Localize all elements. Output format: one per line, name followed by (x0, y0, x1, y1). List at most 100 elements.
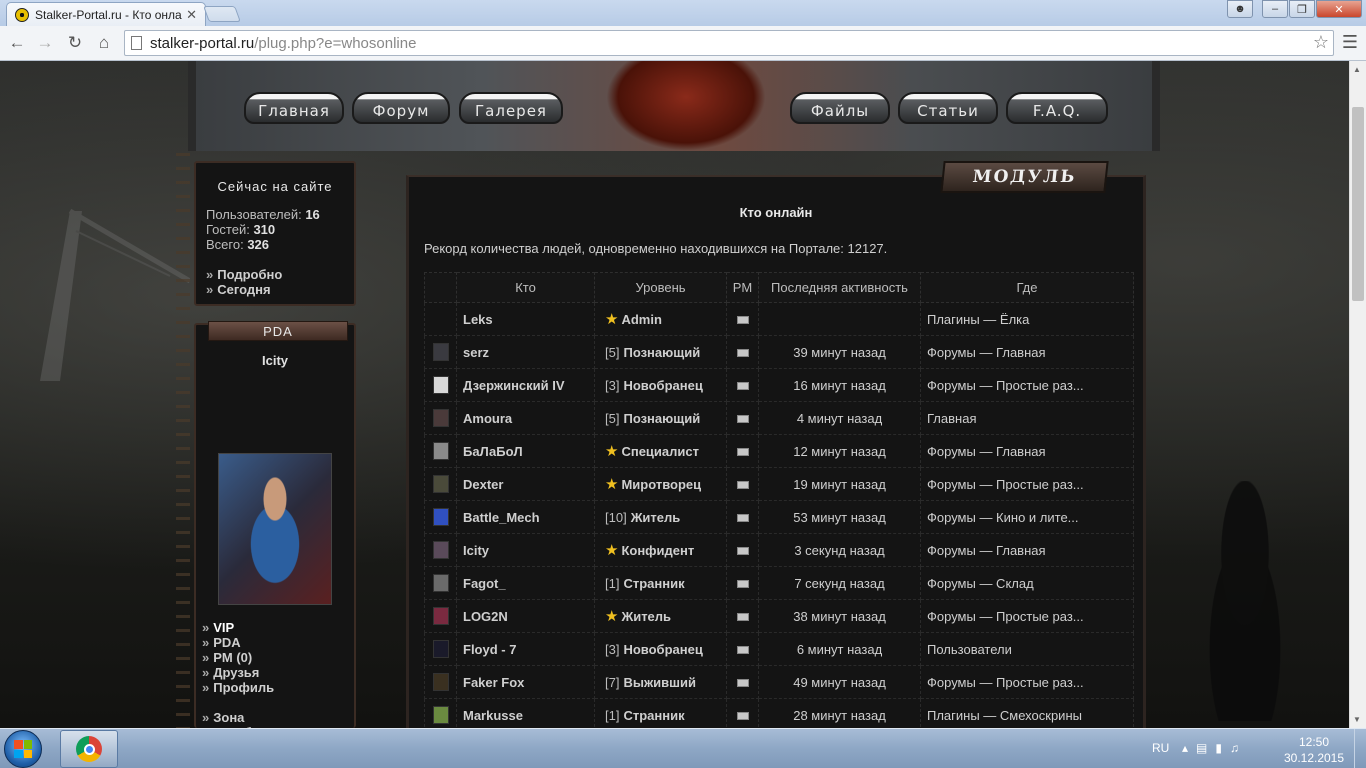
signal-icon[interactable]: ▮ (1215, 741, 1230, 755)
cell-username[interactable]: Floyd - 7 (456, 632, 595, 666)
cell-location[interactable]: Плагины — Ёлка (920, 302, 1134, 336)
cell-location[interactable]: Форумы — Кино и лите... (920, 500, 1134, 534)
envelope-icon[interactable] (736, 646, 749, 655)
scroll-down-icon[interactable]: ▼ (1353, 715, 1361, 724)
pda-link[interactable]: » Профиль (202, 680, 274, 695)
envelope-icon[interactable] (736, 712, 749, 721)
pda-link[interactable]: » VIP (202, 620, 274, 635)
pda-link[interactable]: » PDA (202, 635, 274, 650)
col-where[interactable]: Где (920, 272, 1134, 303)
user-mini-avatar[interactable] (432, 376, 449, 394)
user-mini-avatar[interactable] (432, 541, 449, 559)
user-mini-avatar[interactable] (432, 574, 449, 592)
address-bar[interactable]: stalker-portal.ru/plug.php?e=whosonline … (124, 30, 1334, 56)
user-mini-avatar[interactable] (432, 343, 449, 361)
envelope-icon[interactable] (736, 547, 749, 556)
home-icon[interactable]: ⌂ (91, 31, 117, 55)
pda-link[interactable]: » Друзья (202, 665, 274, 680)
cell-username[interactable]: serz (456, 335, 595, 369)
cell-username[interactable]: Icity (456, 533, 595, 567)
envelope-icon[interactable] (736, 679, 749, 688)
user-mini-avatar[interactable] (432, 508, 449, 526)
cell-username[interactable]: Faker Fox (456, 665, 595, 699)
browser-tab[interactable]: Stalker-Portal.ru - Кто онлайн ✕ (6, 2, 206, 26)
nav-gallery[interactable]: Галерея (459, 92, 563, 124)
language-indicator[interactable]: RU (1152, 741, 1169, 755)
scroll-thumb[interactable] (1352, 107, 1364, 301)
cell-username[interactable]: Leks (456, 302, 595, 336)
taskbar-chrome-button[interactable] (60, 730, 118, 768)
col-who[interactable]: Кто (456, 272, 595, 303)
envelope-icon[interactable] (736, 514, 749, 523)
user-avatar[interactable] (218, 453, 332, 605)
nav-articles[interactable]: Статьи (898, 92, 998, 124)
cell-level: ★ Специалист (594, 434, 727, 468)
cell-location[interactable]: Главная (920, 401, 1134, 435)
envelope-icon[interactable] (736, 316, 749, 325)
cell-pm (726, 467, 759, 501)
envelope-icon[interactable] (736, 580, 749, 589)
nav-faq[interactable]: F.A.Q. (1006, 92, 1108, 124)
user-profile-icon[interactable]: ☻ (1227, 0, 1253, 18)
envelope-icon[interactable] (736, 415, 749, 424)
forward-arrow-icon[interactable]: → (32, 31, 58, 55)
scroll-up-icon[interactable]: ▲ (1353, 65, 1361, 74)
cell-username[interactable]: Battle_Mech (456, 500, 595, 534)
close-window-button[interactable]: ✕ (1316, 0, 1362, 18)
link-details[interactable]: » Подробно (206, 267, 320, 282)
page-scrollbar[interactable]: ▲ ▼ (1349, 61, 1366, 728)
user-mini-avatar[interactable] (432, 673, 449, 691)
nav-home[interactable]: Главная (244, 92, 344, 124)
cell-username[interactable]: LOG2N (456, 599, 595, 633)
show-desktop-button[interactable] (1354, 729, 1366, 768)
bookmark-star-icon[interactable]: ☆ (1313, 32, 1329, 53)
nav-forum[interactable]: Форум (352, 92, 450, 124)
cell-username[interactable]: БаЛаБоЛ (456, 434, 595, 468)
tab-close-icon[interactable]: ✕ (186, 7, 197, 23)
cell-location[interactable]: Форумы — Склад (920, 566, 1134, 600)
cell-location[interactable]: Пользователи (920, 632, 1134, 666)
cell-username[interactable]: Markusse (456, 698, 595, 728)
envelope-icon[interactable] (736, 382, 749, 391)
user-mini-avatar[interactable] (432, 607, 449, 625)
link-today[interactable]: » Сегодня (206, 282, 320, 297)
start-button[interactable] (4, 730, 42, 768)
envelope-icon[interactable] (736, 481, 749, 490)
user-mini-avatar[interactable] (432, 706, 449, 724)
cell-username[interactable]: Amoura (456, 401, 595, 435)
cell-location[interactable]: Форумы — Простые раз... (920, 368, 1134, 402)
cell-location[interactable]: Форумы — Главная (920, 335, 1134, 369)
user-mini-avatar[interactable] (432, 475, 449, 493)
volume-icon[interactable]: ♫ (1230, 741, 1247, 755)
user-mini-avatar[interactable] (432, 442, 449, 460)
cell-location[interactable]: Форумы — Простые раз... (920, 599, 1134, 633)
nav-files[interactable]: Файлы (790, 92, 890, 124)
pda-link[interactable]: » PM (0) (202, 650, 274, 665)
envelope-icon[interactable] (736, 448, 749, 457)
user-mini-avatar[interactable] (432, 640, 449, 658)
col-level[interactable]: Уровень (594, 272, 727, 303)
minimize-button[interactable]: – (1262, 0, 1288, 18)
new-tab-button[interactable] (203, 6, 241, 22)
envelope-icon[interactable] (736, 349, 749, 358)
pda-link[interactable]: » Зона (202, 710, 303, 725)
cell-username[interactable]: Dexter (456, 467, 595, 501)
cell-location[interactable]: Форумы — Простые раз... (920, 467, 1134, 501)
cell-location[interactable]: Форумы — Простые раз... (920, 665, 1134, 699)
cell-username[interactable]: Fagot_ (456, 566, 595, 600)
maximize-button[interactable]: ❐ (1289, 0, 1315, 18)
back-arrow-icon[interactable]: ← (4, 31, 30, 55)
envelope-icon[interactable] (736, 613, 749, 622)
tray-expand-icon[interactable]: ▴ (1182, 741, 1196, 755)
level-title: Новобранец (623, 377, 703, 393)
user-mini-avatar[interactable] (432, 409, 449, 427)
clock[interactable]: 12:50 30.12.2015 (1282, 734, 1346, 766)
cell-location[interactable]: Плагины — Смехоскрины (920, 698, 1134, 728)
chrome-menu-icon[interactable]: ☰ (1342, 32, 1358, 53)
cell-location[interactable]: Форумы — Главная (920, 533, 1134, 567)
network-icon[interactable]: ▤ (1196, 741, 1215, 755)
cell-location[interactable]: Форумы — Главная (920, 434, 1134, 468)
cell-username[interactable]: Дзержинский IV (456, 368, 595, 402)
col-last-activity[interactable]: Последняя активность (758, 272, 921, 303)
reload-icon[interactable]: ↻ (62, 31, 88, 55)
